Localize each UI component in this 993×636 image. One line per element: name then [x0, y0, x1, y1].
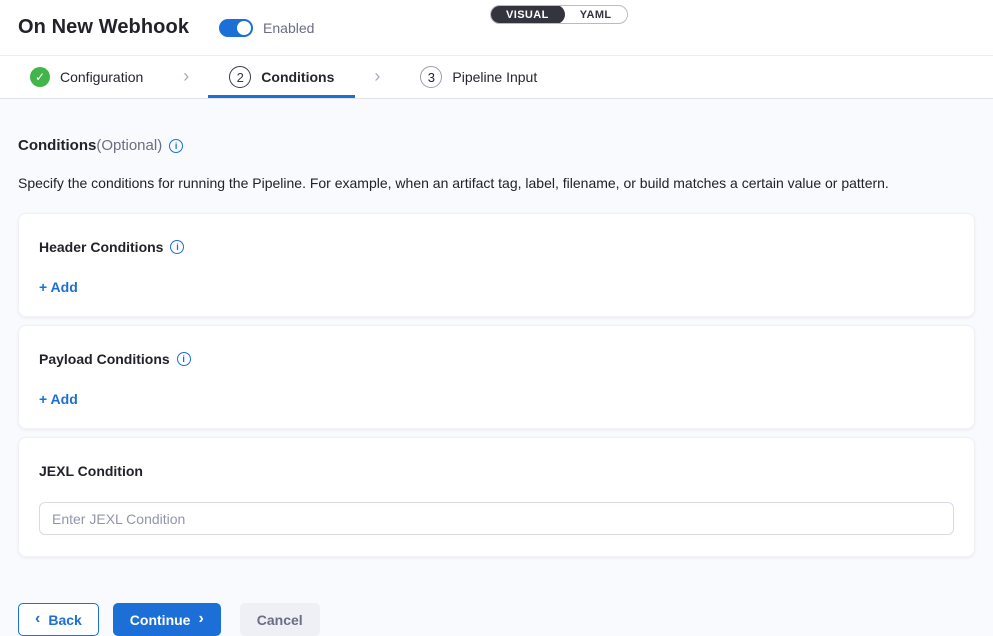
enabled-toggle-label: Enabled: [263, 20, 314, 36]
page-header: On New Webhook Enabled VISUAL YAML: [0, 0, 993, 56]
step-number-badge: 2: [229, 66, 251, 88]
section-heading: Conditions: [18, 137, 96, 154]
step-tab-conditions[interactable]: 2 Conditions: [208, 56, 355, 98]
chevron-right-icon: ›: [355, 54, 399, 98]
info-icon[interactable]: i: [170, 240, 184, 254]
wizard-footer: ‹ Back Continue › Cancel: [18, 603, 975, 636]
continue-button[interactable]: Continue ›: [113, 603, 221, 636]
section-description: Specify the conditions for running the P…: [18, 175, 975, 191]
wizard-step-tabs: ✓ Configuration › 2 Conditions › 3 Pipel…: [0, 56, 993, 99]
visual-yaml-switch: VISUAL YAML: [490, 5, 628, 24]
conditions-panel: Conditions (Optional) i Specify the cond…: [0, 99, 993, 636]
add-payload-condition-button[interactable]: + Add: [39, 391, 78, 407]
continue-button-label: Continue: [130, 612, 191, 628]
back-button[interactable]: ‹ Back: [18, 603, 99, 636]
jexl-condition-card: JEXL Condition: [18, 437, 975, 557]
add-header-condition-button[interactable]: + Add: [39, 279, 78, 295]
optional-label: (Optional): [96, 137, 162, 154]
toggle-knob: [237, 21, 251, 35]
step-tab-pipeline-input[interactable]: 3 Pipeline Input: [399, 56, 558, 98]
step-number-badge: 3: [420, 66, 442, 88]
info-icon[interactable]: i: [169, 139, 183, 153]
back-button-label: Back: [48, 612, 81, 628]
cancel-button[interactable]: Cancel: [240, 603, 320, 636]
jexl-condition-input[interactable]: [39, 502, 954, 535]
card-title: Payload Conditions: [39, 351, 170, 367]
header-conditions-card: Header Conditions i + Add: [18, 213, 975, 317]
page-title: On New Webhook: [18, 16, 189, 39]
card-title: Header Conditions: [39, 239, 163, 255]
chevron-right-icon: ›: [164, 54, 208, 98]
step-tab-configuration[interactable]: ✓ Configuration: [30, 56, 164, 98]
yaml-view-button[interactable]: YAML: [565, 6, 627, 23]
step-label: Conditions: [261, 69, 334, 85]
info-icon[interactable]: i: [177, 352, 191, 366]
card-title: JEXL Condition: [39, 463, 143, 479]
step-label: Pipeline Input: [452, 69, 537, 85]
check-icon: ✓: [30, 67, 50, 87]
enabled-toggle[interactable]: [219, 19, 253, 37]
step-label: Configuration: [60, 69, 143, 85]
visual-view-button[interactable]: VISUAL: [490, 5, 565, 24]
chevron-left-icon: ‹: [35, 611, 40, 627]
chevron-right-icon: ›: [198, 611, 203, 627]
section-heading-row: Conditions (Optional) i: [18, 137, 975, 154]
webhook-trigger-wizard: On New Webhook Enabled VISUAL YAML ✓ Con…: [0, 0, 993, 619]
payload-conditions-card: Payload Conditions i + Add: [18, 325, 975, 429]
